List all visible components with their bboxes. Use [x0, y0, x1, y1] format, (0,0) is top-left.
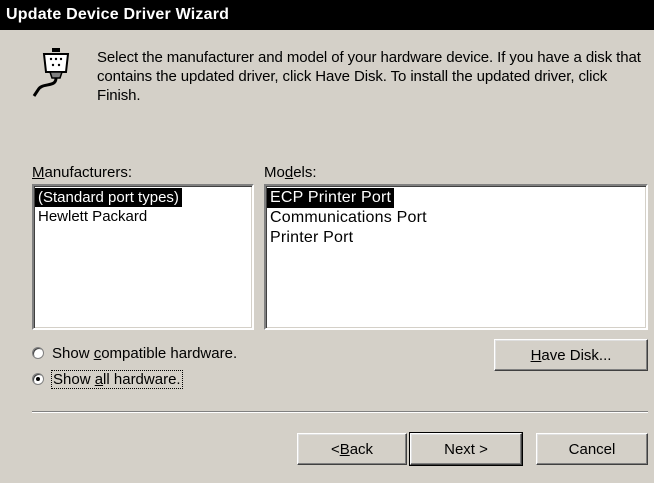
models-list[interactable]: ECP Printer Port Communications Port Pri… [264, 184, 648, 330]
list-item[interactable]: ECP Printer Port [267, 188, 395, 208]
separator [32, 411, 648, 413]
compatible-radio-label[interactable]: Show compatible hardware. [52, 345, 237, 362]
all-hardware-radio[interactable] [32, 373, 44, 385]
show-all-hardware-option[interactable]: Show all hardware. [32, 369, 183, 389]
list-item[interactable]: Hewlett Packard [35, 207, 251, 226]
list-item[interactable]: (Standard port types) [35, 188, 182, 207]
update-driver-wizard-window: Update Device Driver Wizard Select the m… [0, 0, 654, 483]
list-item[interactable]: Printer Port [267, 228, 645, 248]
have-disk-button[interactable]: Have Disk... [494, 339, 648, 371]
list-item[interactable]: Communications Port [267, 208, 645, 228]
next-button[interactable]: Next > [409, 432, 523, 466]
manufacturers-label: Manufacturers: [32, 164, 133, 181]
instructions-text: Select the manufacturer and model of you… [97, 49, 641, 104]
serial-port-connector-icon [32, 48, 70, 97]
compatible-radio[interactable] [32, 347, 44, 359]
all-hardware-radio-label[interactable]: Show all hardware. [51, 369, 183, 389]
models-label: Models: [264, 164, 317, 181]
manufacturers-list[interactable]: (Standard port types) Hewlett Packard [32, 184, 254, 330]
show-compatible-hardware-option[interactable]: Show compatible hardware. [32, 343, 237, 363]
back-button[interactable]: < Back [297, 433, 407, 465]
window-title[interactable]: Update Device Driver Wizard [0, 0, 654, 30]
cancel-button[interactable]: Cancel [536, 433, 648, 465]
